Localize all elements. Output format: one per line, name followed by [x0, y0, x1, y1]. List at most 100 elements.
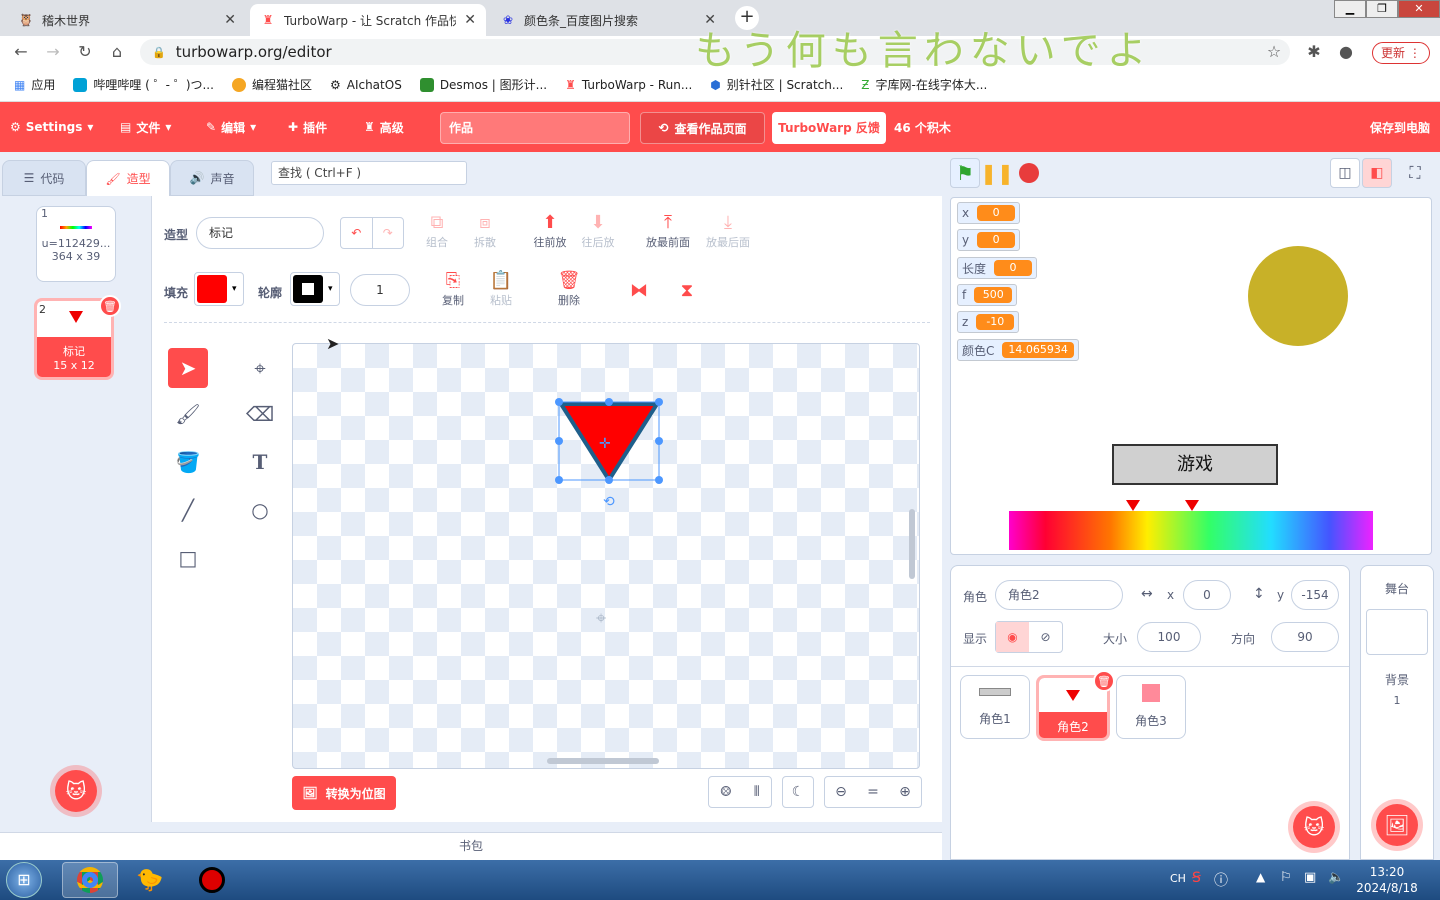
front-button[interactable]: ⤒ 放最前面: [642, 212, 694, 250]
input-language[interactable]: CH: [1170, 872, 1186, 885]
ime-icon[interactable]: Ꞩ: [1192, 870, 1201, 886]
costume-name-input[interactable]: 标记: [196, 217, 324, 249]
forward-button[interactable]: ⬆ 往前放: [530, 212, 570, 250]
paint-canvas[interactable]: ⟲ ✛ ⌖: [292, 343, 920, 769]
convert-to-bitmap-button[interactable]: 🖼 转换为位图: [292, 776, 396, 810]
choose-sprite-button[interactable]: 🐱: [1293, 806, 1335, 848]
bookmark-aichatos[interactable]: ⚙ AIchatOS: [330, 78, 402, 92]
settings-menu[interactable]: ⚙ Settings ▾: [10, 102, 93, 152]
costume-card-1[interactable]: 1 u=112429... 364 x 39: [36, 206, 116, 282]
star-icon[interactable]: ☆: [1263, 42, 1285, 64]
rectangle-tool[interactable]: □: [168, 538, 208, 578]
bookmark-apps[interactable]: ▦ 应用: [14, 76, 55, 93]
delete-sprite-button[interactable]: 🗑: [1093, 670, 1115, 692]
tab-code[interactable]: ☰ 代码: [2, 160, 86, 196]
restore-button[interactable]: ❐: [1366, 0, 1398, 18]
circle-tool[interactable]: ○: [240, 490, 280, 530]
size-input[interactable]: 100: [1137, 622, 1201, 652]
sprite-card-3[interactable]: 角色3: [1116, 675, 1186, 739]
browser-tab-1[interactable]: 🦉 稽木世界 ✕: [8, 4, 246, 36]
help-icon[interactable]: ⓘ: [1214, 870, 1228, 890]
taskbar-chrome[interactable]: [62, 862, 118, 898]
bookmark-ziku[interactable]: Ƶ 字库网-在线字体大...: [861, 76, 987, 93]
fill-tool[interactable]: 🪣: [168, 442, 208, 482]
choose-backdrop-button[interactable]: 🖼: [1376, 804, 1418, 846]
fullscreen-button[interactable]: ⛶: [1400, 158, 1430, 188]
pause-button[interactable]: ❚❚: [980, 158, 1014, 188]
extensions-icon[interactable]: ✱: [1303, 42, 1325, 64]
find-input[interactable]: 查找 ( Ctrl+F ): [271, 161, 467, 185]
home-icon[interactable]: ⌂: [106, 42, 128, 64]
tray-arrow-icon[interactable]: ▲: [1256, 870, 1265, 884]
costume-card-2[interactable]: 2 标记 15 x 12 🗑: [34, 295, 121, 380]
sprite-card-1[interactable]: 角色1: [960, 675, 1030, 739]
network-icon[interactable]: ▣: [1304, 870, 1316, 885]
bookmark-bilibili[interactable]: 哔哩哔哩 ( ゜- ゜)つ...: [73, 76, 214, 93]
taskbar-clock[interactable]: 13:20 2024/8/18: [1355, 864, 1419, 896]
small-stage-button[interactable]: ◫: [1330, 158, 1360, 188]
ungroup-button[interactable]: ⧈ 拆散: [470, 212, 500, 250]
start-button[interactable]: ⊞: [6, 862, 42, 898]
advanced-menu[interactable]: ♜ 高级: [364, 102, 404, 152]
reshape-tool[interactable]: ⌖: [240, 348, 280, 388]
eye-off-icon[interactable]: ⊘: [1029, 622, 1062, 652]
stage[interactable]: x0 y0 长度 0 f 500 z -10 颜色C 14.065934 游戏: [950, 197, 1432, 555]
taskbar-recorder[interactable]: [184, 862, 240, 898]
choose-costume-button[interactable]: 🐱: [55, 770, 97, 812]
dark-mode-button[interactable]: ☾: [782, 776, 814, 808]
group-button[interactable]: ⧉ 组合: [422, 212, 452, 250]
delete-costume-button[interactable]: 🗑: [99, 295, 121, 317]
bookmark-biezhen[interactable]: ⬢ 别针社区 | Scratch...: [710, 76, 843, 93]
file-menu[interactable]: ▤ 文件 ▾: [120, 102, 171, 152]
x-input[interactable]: 0: [1183, 580, 1231, 610]
profile-icon[interactable]: ●: [1335, 42, 1357, 64]
taskbar-app[interactable]: 🐤: [122, 862, 178, 898]
text-tool[interactable]: T: [240, 442, 280, 482]
close-icon[interactable]: ✕: [464, 12, 476, 28]
backpack-bar[interactable]: 书包: [0, 832, 942, 860]
zoom-in-icon[interactable]: ⊕: [899, 784, 911, 800]
fill-color-picker[interactable]: ▾: [194, 272, 244, 306]
delete-button[interactable]: 🗑 删除: [552, 270, 586, 308]
y-input[interactable]: -154: [1291, 580, 1339, 610]
tab-costumes[interactable]: 🖌 造型: [86, 160, 170, 196]
reload-icon[interactable]: ↻: [74, 42, 96, 64]
redo-icon[interactable]: ↷: [373, 218, 404, 248]
grid-icon[interactable]: ⦀: [754, 784, 760, 800]
back-button[interactable]: ⤓ 放最后面: [702, 212, 754, 250]
outline-width-input[interactable]: 1: [350, 274, 410, 306]
bookmark-turbowarp[interactable]: ♜ TurboWarp - Run...: [565, 78, 692, 92]
zoom-reset-icon[interactable]: =: [867, 784, 879, 800]
flag-tray-icon[interactable]: ⚐: [1280, 870, 1292, 885]
tab-sounds[interactable]: 🔊 声音: [170, 160, 254, 196]
brush-tool[interactable]: 🖌: [168, 394, 208, 434]
stop-button[interactable]: [1014, 158, 1044, 188]
edit-menu[interactable]: ✎ 编辑 ▾: [206, 102, 256, 152]
feedback-button[interactable]: TurboWarp 反馈: [772, 112, 886, 144]
eye-icon[interactable]: ◉: [996, 622, 1029, 652]
green-flag-button[interactable]: ⚑: [950, 158, 980, 188]
outline-color-picker[interactable]: ▾: [290, 272, 340, 306]
snap-off-icon[interactable]: ⨷: [720, 784, 731, 800]
sprite-name-input[interactable]: 角色2: [995, 580, 1123, 610]
direction-input[interactable]: 90: [1271, 622, 1339, 652]
flip-vertical-button[interactable]: ⧗: [672, 280, 702, 302]
back-icon[interactable]: ←: [10, 42, 32, 64]
project-title-input[interactable]: 作品: [440, 112, 630, 144]
bookmark-desmos[interactable]: Desmos | 图形计...: [419, 76, 547, 93]
see-project-page-button[interactable]: ⟲ 查看作品页面: [640, 112, 765, 144]
forward-icon[interactable]: →: [42, 42, 64, 64]
paste-button[interactable]: 📋 粘贴: [484, 270, 518, 308]
sprite-card-2[interactable]: 角色2 🗑: [1036, 670, 1115, 741]
addons-menu[interactable]: ✚ 插件: [288, 102, 327, 152]
eraser-tool[interactable]: ⌫: [240, 394, 280, 434]
copy-button[interactable]: ⎘ 复制: [436, 270, 470, 308]
browser-tab-3[interactable]: ❀ 颜色条_百度图片搜索 ✕: [490, 4, 726, 36]
backward-button[interactable]: ⬇ 往后放: [578, 212, 618, 250]
window-close-button[interactable]: ✕: [1398, 0, 1440, 18]
zoom-out-icon[interactable]: ⊖: [835, 784, 847, 800]
game-button[interactable]: 游戏: [1112, 444, 1278, 485]
undo-icon[interactable]: ↶: [341, 218, 373, 248]
normal-stage-button[interactable]: ◧: [1362, 158, 1392, 188]
flip-horizontal-button[interactable]: ⧓: [624, 280, 654, 302]
